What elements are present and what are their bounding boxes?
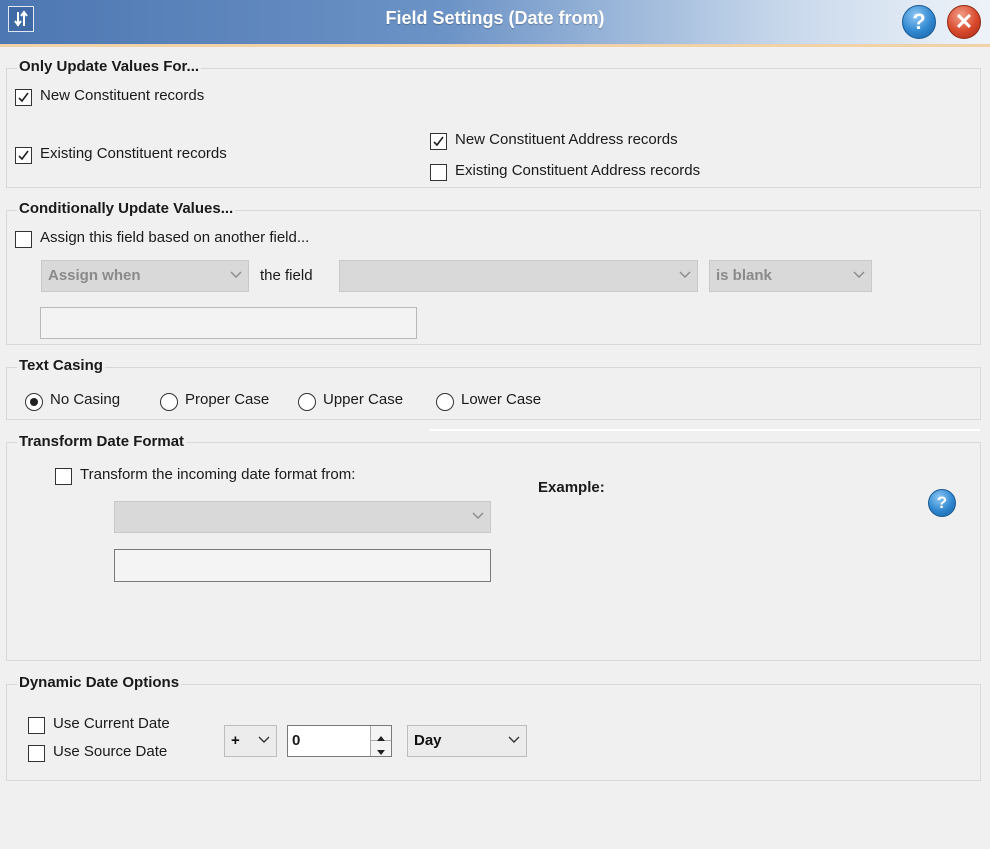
chevron-down-icon (230, 271, 242, 278)
unit-value: Day (414, 732, 442, 749)
unit-select[interactable]: Day (407, 725, 527, 757)
proper-case-label[interactable]: Proper Case (185, 391, 269, 408)
amount-spinner[interactable]: 0 (287, 725, 392, 757)
existing-constituent-checkbox[interactable] (15, 147, 32, 164)
radio-upper-case[interactable] (298, 393, 316, 411)
operator-value: is blank (716, 267, 772, 284)
help-icon[interactable]: ? (902, 5, 936, 39)
example-label: Example: (538, 479, 605, 496)
existing-constituent-label[interactable]: Existing Constituent records (40, 145, 227, 162)
spinner-buttons (370, 726, 391, 756)
date-format-select[interactable] (114, 501, 491, 533)
new-address-checkbox[interactable] (430, 133, 447, 150)
assign-when-select[interactable]: Assign when (41, 260, 249, 292)
window-title: Field Settings (Date from) (385, 8, 605, 28)
sign-value: + (231, 732, 240, 749)
existing-address-checkbox[interactable] (430, 164, 447, 181)
existing-address-label[interactable]: Existing Constituent Address records (455, 162, 700, 179)
example-help-glyph: ? (936, 493, 948, 512)
assign-when-value: Assign when (48, 267, 141, 284)
date-format-input[interactable] (114, 549, 491, 582)
upper-case-label[interactable]: Upper Case (323, 391, 403, 408)
lower-case-label[interactable]: Lower Case (461, 391, 541, 408)
use-source-date-label[interactable]: Use Source Date (53, 743, 167, 760)
text-casing-title: Text Casing (17, 357, 105, 374)
conditional-title: Conditionally Update Values... (17, 200, 236, 217)
assign-based-label[interactable]: Assign this field based on another field… (40, 229, 309, 246)
field-select[interactable] (339, 260, 698, 292)
new-constituent-checkbox[interactable] (15, 89, 32, 106)
use-current-date-label[interactable]: Use Current Date (53, 715, 170, 732)
radio-proper-case[interactable] (160, 393, 178, 411)
radio-no-casing[interactable] (25, 393, 43, 411)
operator-select[interactable]: is blank (709, 260, 872, 292)
transform-date-label[interactable]: Transform the incoming date format from: (80, 466, 355, 483)
amount-value: 0 (292, 732, 301, 749)
spin-down-icon[interactable] (371, 741, 391, 756)
dynamic-date-title: Dynamic Date Options (17, 674, 182, 691)
spin-up-icon[interactable] (371, 726, 391, 741)
transform-date-title: Transform Date Format (17, 433, 187, 450)
only-update-title: Only Update Values For... (17, 58, 202, 75)
new-address-label[interactable]: New Constituent Address records (455, 131, 678, 148)
condition-value-input[interactable] (40, 307, 417, 339)
new-constituent-label[interactable]: New Constituent records (40, 87, 204, 104)
radio-selected-dot (30, 398, 38, 406)
title-bar: Field Settings (Date from) ? ✕ (0, 0, 990, 47)
use-source-date-checkbox[interactable] (28, 745, 45, 762)
no-casing-label[interactable]: No Casing (50, 391, 120, 408)
close-icon[interactable]: ✕ (947, 5, 981, 39)
help-icon[interactable]: ? (928, 489, 956, 517)
radio-lower-case[interactable] (436, 393, 454, 411)
chevron-down-icon (258, 736, 270, 743)
chevron-down-icon (679, 271, 691, 278)
transform-date-checkbox[interactable] (55, 468, 72, 485)
the-field-label: the field (260, 267, 313, 284)
sign-select[interactable]: + (224, 725, 277, 757)
chevron-down-icon (508, 736, 520, 743)
chevron-down-icon (853, 271, 865, 278)
assign-based-checkbox[interactable] (15, 231, 32, 248)
use-current-date-checkbox[interactable] (28, 717, 45, 734)
separator (430, 429, 980, 431)
chevron-down-icon (472, 512, 484, 519)
